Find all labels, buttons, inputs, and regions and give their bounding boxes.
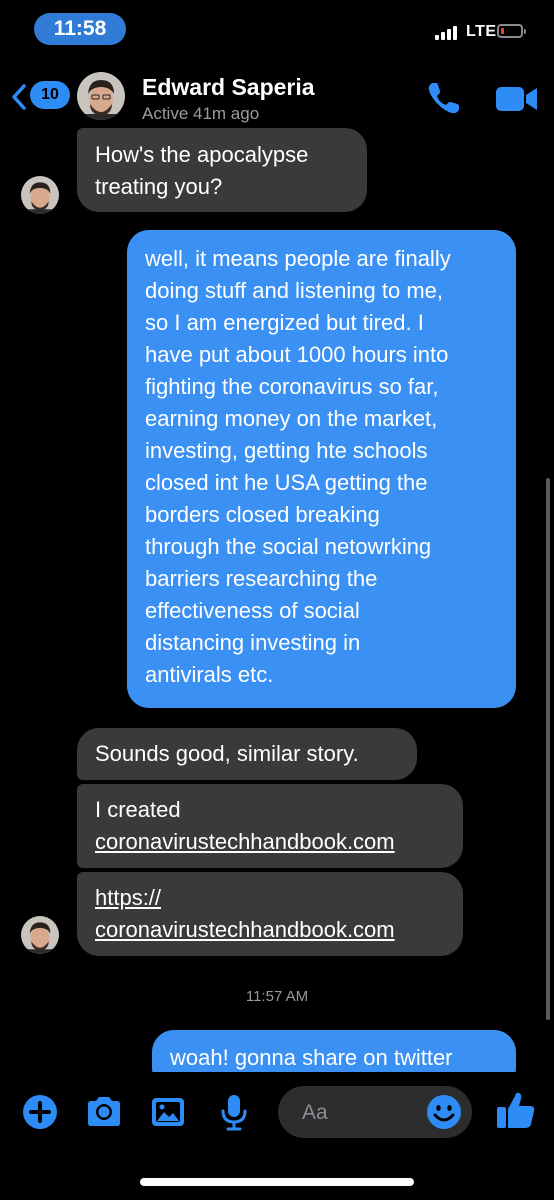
status-time[interactable]: 11:58 xyxy=(34,13,126,45)
scrollbar[interactable] xyxy=(546,478,550,1020)
message-text-line: well, it means people are finally xyxy=(145,246,451,271)
unread-count-badge: 10 xyxy=(30,81,70,109)
message-text-line: woah! gonna share on twitter xyxy=(170,1045,453,1070)
message-text-line: through the social netowrking xyxy=(145,534,432,559)
sender-avatar[interactable] xyxy=(21,176,59,214)
message-text-line: so I am energized but tired. I xyxy=(145,310,424,335)
message-text-line: treating you? xyxy=(95,174,223,199)
thumbs-up-icon xyxy=(497,1092,535,1128)
sender-avatar[interactable] xyxy=(21,916,59,954)
message-text-line: closed int he USA getting the xyxy=(145,470,428,495)
signal-icon xyxy=(435,26,463,40)
message-text-line: earning money on the market, xyxy=(145,406,438,431)
message-bubble-incoming[interactable]: Sounds good, similar story. xyxy=(77,728,417,780)
message-text-line: borders closed breaking xyxy=(145,502,380,527)
more-actions-button[interactable] xyxy=(20,1092,60,1132)
video-camera-icon xyxy=(496,87,537,111)
message-text-line: barriers researching the xyxy=(145,566,378,591)
message-timestamp: 11:57 AM xyxy=(245,988,309,1005)
audio-call-button[interactable] xyxy=(424,78,464,118)
message-text-line: antivirals etc. xyxy=(145,662,274,687)
like-button[interactable] xyxy=(494,1088,538,1132)
back-button[interactable]: 10 xyxy=(10,80,70,112)
conversation-header: 10 Edward Saperia Active 41m ago xyxy=(0,56,554,138)
message-text-line: investing, getting hte schools xyxy=(145,438,428,463)
gallery-button[interactable] xyxy=(148,1092,188,1132)
message-bubble-incoming[interactable]: I created coronavirustechhandbook.com xyxy=(77,784,463,868)
phone-icon xyxy=(428,83,459,114)
message-bubble-incoming[interactable]: https:// coronavirustechhandbook.com xyxy=(77,872,463,956)
network-type: LTE xyxy=(466,23,497,40)
gallery-icon xyxy=(152,1098,184,1126)
link-text[interactable]: coronavirustechhandbook.com xyxy=(95,826,445,858)
chevron-left-icon xyxy=(12,84,26,110)
home-indicator[interactable] xyxy=(140,1178,414,1186)
message-bubble-outgoing[interactable]: well, it means people are finally doing … xyxy=(127,230,516,708)
message-input-box[interactable] xyxy=(278,1086,472,1138)
voice-message-button[interactable] xyxy=(214,1092,254,1132)
contact-name[interactable]: Edward Saperia xyxy=(142,74,315,101)
contact-avatar[interactable] xyxy=(77,72,125,120)
plus-icon xyxy=(23,1095,57,1129)
message-text-line: How's the apocalypse xyxy=(95,142,309,167)
emoji-button[interactable] xyxy=(426,1094,462,1130)
message-text-line: distancing investing in xyxy=(145,630,361,655)
message-text-line: doing stuff and listening to me, xyxy=(145,278,444,303)
message-input[interactable] xyxy=(300,1096,424,1130)
battery-icon xyxy=(497,24,526,38)
camera-button[interactable] xyxy=(84,1092,124,1132)
message-text-line: have put about 1000 hours into xyxy=(145,342,449,367)
status-bar: 11:58 LTE xyxy=(0,0,554,56)
link-text[interactable]: coronavirustechhandbook.com xyxy=(95,914,445,946)
emoji-icon xyxy=(427,1095,461,1129)
link-text[interactable]: https:// xyxy=(95,882,445,914)
message-text-line: fighting the coronavirus so far, xyxy=(145,374,439,399)
message-text-line: effectiveness of social xyxy=(145,598,360,623)
message-bubble-incoming[interactable]: How's the apocalypse treating you? xyxy=(77,128,367,212)
message-text-line: I created xyxy=(95,797,181,822)
active-status: Active 41m ago xyxy=(142,104,260,123)
video-call-button[interactable] xyxy=(494,82,540,116)
camera-icon xyxy=(88,1097,120,1126)
microphone-icon xyxy=(221,1095,247,1131)
message-text-line: Sounds good, similar story. xyxy=(95,741,359,766)
